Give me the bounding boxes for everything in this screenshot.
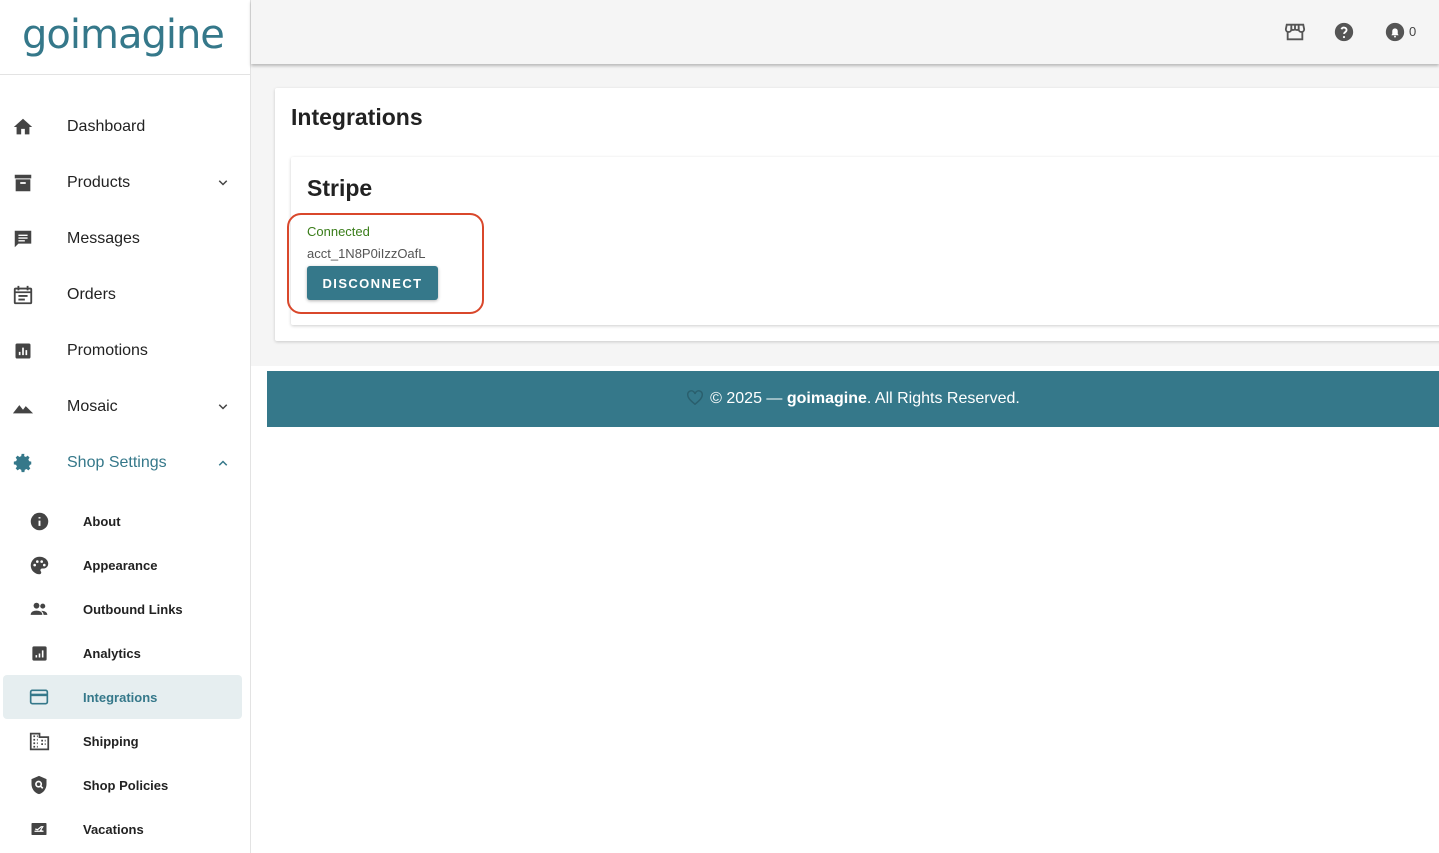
sidebar-item-messages[interactable]: Messages [0,211,250,267]
gear-icon [12,452,34,474]
sidebar-nav: Dashboard Products Messages Orders Promo… [0,75,250,491]
sidebar-subitem-integrations[interactable]: Integrations [3,675,242,719]
flight-icon [28,818,50,840]
sidebar-subitem-shop-policies[interactable]: Shop Policies [3,763,242,807]
sidebar-item-products[interactable]: Products [0,155,250,211]
store-icon[interactable] [1284,21,1306,43]
sidebar-item-label: Shop Settings [67,454,167,471]
sidebar-subitem-outbound-links[interactable]: Outbound Links [3,587,242,631]
stripe-title: Stripe [307,175,373,201]
sidebar-subitem-vacations[interactable]: Vacations [3,807,242,851]
home-icon [12,116,34,138]
sidebar-subitem-label: Analytics [83,645,141,661]
sidebar-subitem-label: Integrations [83,689,158,705]
footer-prefix: © 2025 — [710,390,783,407]
mountain-icon [12,396,34,418]
analytics-icon [28,642,50,664]
sidebar-item-shop-settings[interactable]: Shop Settings [0,435,250,491]
footer-brand[interactable]: goimagine [787,390,867,408]
top-bar: 0 [251,0,1439,64]
palette-icon [28,554,50,576]
chevron-up-icon[interactable] [214,454,232,472]
sidebar-subitem-label: Outbound Links [83,601,183,617]
sidebar-subitem-label: Vacations [83,821,144,837]
sidebar-subitem-shipping[interactable]: Shipping [3,719,242,763]
sidebar-item-orders[interactable]: Orders [0,267,250,323]
stripe-account-id: acct_1N8P0iIzzOafL [307,246,426,261]
shield-icon [28,774,50,796]
logo[interactable]: goimagine [0,0,250,75]
notification-count: 0 [1409,24,1417,39]
sidebar-item-label: Dashboard [67,118,146,135]
disconnect-button[interactable]: DISCONNECT [307,266,438,300]
sidebar-item-dashboard[interactable]: Dashboard [0,99,250,155]
sidebar-subitem-about[interactable]: About [3,499,242,543]
sidebar: goimagine Dashboard Products Messages Or… [0,0,251,853]
shop-settings-submenu: About Appearance Outbound Links Analytic… [0,491,250,851]
people-icon [28,598,50,620]
heart-icon [686,389,704,410]
sidebar-item-label: Messages [67,230,140,247]
sidebar-item-promotions[interactable]: Promotions [0,323,250,379]
sidebar-subitem-label: Shipping [83,733,139,749]
sidebar-subitem-label: Appearance [83,557,158,573]
help-icon[interactable] [1333,21,1355,43]
info-icon [28,510,50,532]
chart-icon [12,340,34,362]
building-icon [28,730,50,752]
sidebar-item-label: Orders [67,286,116,303]
chevron-down-icon[interactable] [214,398,232,416]
goimagine-logo: goimagine [22,16,224,58]
sidebar-subitem-label: About [83,513,121,529]
sidebar-subitem-appearance[interactable]: Appearance [3,543,242,587]
footer: © 2025 — goimagine. All Rights Reserved. [267,371,1439,427]
chevron-down-icon[interactable] [214,174,232,192]
main-content: Integrations Stripe Connected acct_1N8P0… [251,64,1439,366]
sidebar-item-mosaic[interactable]: Mosaic [0,379,250,435]
stripe-card: Stripe Connected acct_1N8P0iIzzOafL DISC… [287,157,1439,325]
sidebar-item-label: Mosaic [67,398,118,415]
svg-text:goimagine: goimagine [22,16,224,58]
integrations-card: Integrations Stripe Connected acct_1N8P0… [275,88,1439,341]
sidebar-subitem-analytics[interactable]: Analytics [3,631,242,675]
archive-icon [12,172,34,194]
message-icon [12,228,34,250]
page-title: Integrations [291,104,423,130]
credit-card-icon [28,686,50,708]
connection-status: Connected [307,224,370,239]
sidebar-subitem-label: Shop Policies [83,777,169,793]
footer-suffix: . All Rights Reserved. [866,390,1020,407]
sidebar-item-label: Products [67,174,131,191]
sidebar-item-label: Promotions [67,342,148,359]
bell-icon[interactable] [1384,21,1406,43]
calendar-icon [12,284,34,306]
